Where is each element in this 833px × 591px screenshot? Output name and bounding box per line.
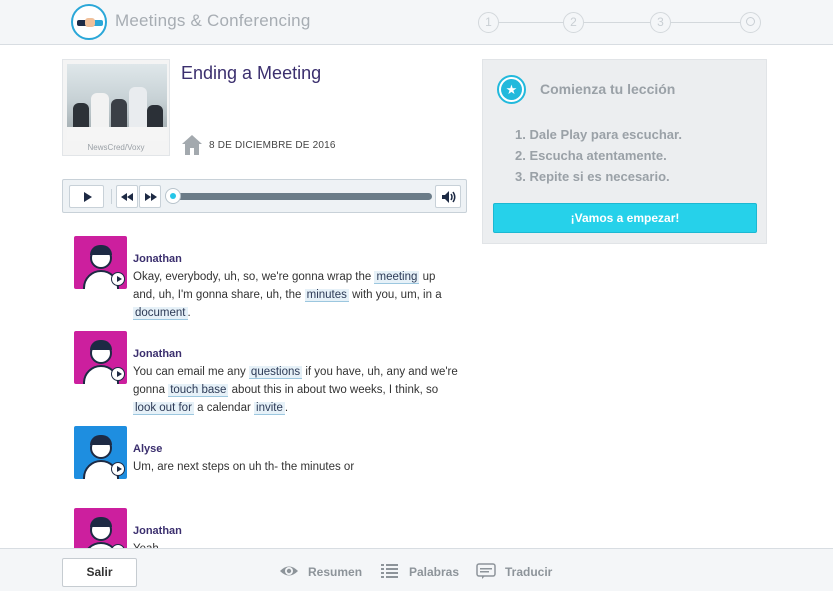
step-3[interactable]: 3	[650, 12, 671, 33]
thumbnail-caption: NewsCred/Voxy	[87, 143, 145, 152]
vocabulary-keyword[interactable]: invite	[254, 402, 285, 415]
vocabulary-keyword[interactable]: look out for	[133, 402, 194, 415]
instruction-step: 2. Escucha atentamente.	[515, 148, 667, 163]
summary-label: Resumen	[308, 565, 363, 579]
speaker-avatar-play-button[interactable]	[74, 426, 127, 479]
speaker-name: Jonathan	[133, 348, 182, 360]
step-finish-icon[interactable]	[740, 12, 761, 33]
exit-button[interactable]: Salir	[62, 558, 137, 587]
eye-icon	[280, 566, 298, 576]
speaker-name: Alyse	[133, 443, 163, 455]
play-icon	[111, 272, 125, 286]
play-icon	[111, 367, 125, 381]
volume-button[interactable]	[435, 185, 461, 208]
publish-date: 8 DE DICIEMBRE DE 2016	[209, 140, 336, 151]
speaker-name: Jonathan	[133, 253, 182, 265]
progress-steps: 1 2 3	[478, 12, 764, 34]
meeting-photo	[67, 64, 167, 141]
words-button[interactable]: Palabras	[380, 562, 470, 580]
speaker-name: Jonathan	[133, 525, 182, 537]
play-icon	[84, 192, 92, 202]
transcript: Jonathan Okay, everybody, uh, so, we're …	[62, 222, 477, 548]
panel-title: Comienza tu lección	[540, 81, 676, 97]
vocabulary-keyword[interactable]: minutes	[304, 289, 349, 302]
translate-icon	[476, 563, 496, 579]
step-2[interactable]: 2	[563, 12, 584, 33]
rewind-button[interactable]	[116, 185, 138, 208]
instruction-step: 1. Dale Play para escuchar.	[515, 127, 682, 142]
forward-button[interactable]	[139, 185, 161, 208]
start-lesson-button[interactable]: ¡Vamos a empezar!	[493, 203, 757, 233]
handshake-logo-icon	[71, 4, 107, 40]
step-1[interactable]: 1	[478, 12, 499, 33]
list-icon	[381, 564, 398, 578]
seek-handle[interactable]	[165, 188, 181, 204]
speaker-avatar-play-button[interactable]	[74, 331, 127, 384]
star-icon: ★	[497, 75, 526, 104]
transcript-line: Okay, everybody, uh, so, we're gonna wra…	[133, 271, 442, 320]
summary-button[interactable]: Resumen	[279, 562, 369, 580]
vocabulary-keyword[interactable]: document	[133, 307, 188, 320]
instruction-list: 1. Dale Play para escuchar. 2. Escucha a…	[515, 124, 682, 187]
lesson-start-panel: ★ Comienza tu lección 1. Dale Play para …	[482, 59, 767, 244]
vocabulary-keyword[interactable]: touch base	[168, 384, 229, 397]
translate-button[interactable]: Traducir	[476, 562, 566, 580]
vocabulary-keyword[interactable]: meeting	[374, 271, 420, 284]
speaker-icon	[442, 191, 456, 203]
home-icon	[182, 135, 202, 155]
play-button[interactable]	[69, 185, 104, 208]
app-title: Meetings & Conferencing	[115, 11, 311, 30]
seek-bar[interactable]	[172, 193, 432, 200]
transcript-line: Yeah.	[133, 540, 458, 548]
transcript-line: You can email me any questions if you ha…	[133, 366, 458, 415]
speaker-avatar-play-button[interactable]	[74, 508, 127, 548]
play-icon	[111, 462, 125, 476]
vocabulary-keyword[interactable]: questions	[248, 366, 303, 379]
app-header: Meetings & Conferencing 1 2 3	[0, 0, 833, 45]
translate-label: Traducir	[505, 565, 553, 579]
transcript-line: Um, are next steps on uh th- the minutes…	[133, 461, 355, 473]
speaker-avatar-play-button[interactable]	[74, 236, 127, 289]
lesson-title: Ending a Meeting	[181, 63, 322, 83]
article-thumbnail: NewsCred/Voxy	[62, 59, 170, 156]
audio-player	[62, 179, 467, 213]
words-label: Palabras	[409, 565, 460, 579]
footer-bar: Salir Resumen Palabras Traducir	[0, 548, 833, 591]
instruction-step: 3. Repite si es necesario.	[515, 169, 670, 184]
